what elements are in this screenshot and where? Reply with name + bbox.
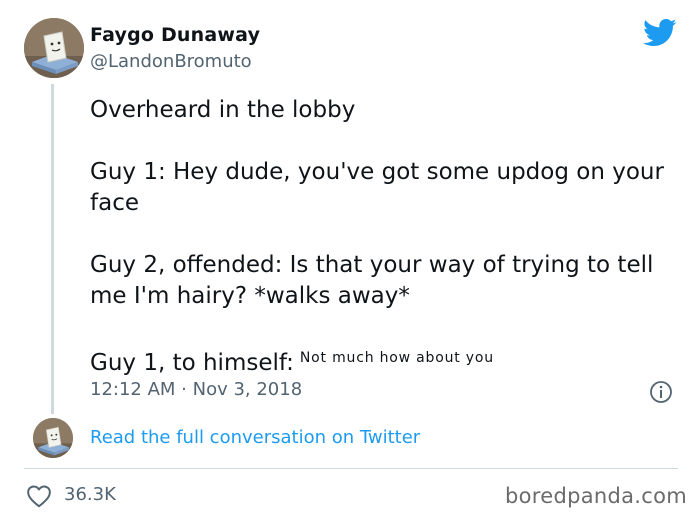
like-count: 36.3K [64,484,116,505]
info-icon[interactable] [649,380,673,404]
tweet-last-line: Guy 1, to himself: [90,350,294,376]
watermark: boredpanda.com [505,484,688,508]
heart-icon[interactable] [26,484,52,508]
thread-line [51,84,54,414]
tweet-text: Overheard in the lobby Guy 1: Hey dude, … [90,95,680,379]
tweet-timestamp[interactable]: 12:12 AM · Nov 3, 2018 [90,379,302,400]
tweet-paragraph: Guy 1: Hey dude, you've got some updog o… [90,159,664,216]
avatar-small[interactable] [33,418,73,458]
author-display-name[interactable]: Faygo Dunaway [90,24,260,46]
divider [24,468,678,469]
avatar-image [24,18,84,78]
twitter-bird-icon[interactable] [643,18,677,48]
avatar[interactable] [24,18,84,78]
tweet-paragraph: Guy 2, offended: Is that your way of try… [90,252,654,309]
author-handle[interactable]: @LandonBromuto [90,51,252,72]
read-conversation-link[interactable]: Read the full conversation on Twitter [90,427,420,448]
tweet-paragraph: Guy 1, to himself: Not much how about you [90,343,680,379]
tweet-paragraph: Overheard in the lobby [90,97,356,123]
tweet-small-text: Not much how about you [299,350,494,366]
avatar-image [33,418,73,458]
